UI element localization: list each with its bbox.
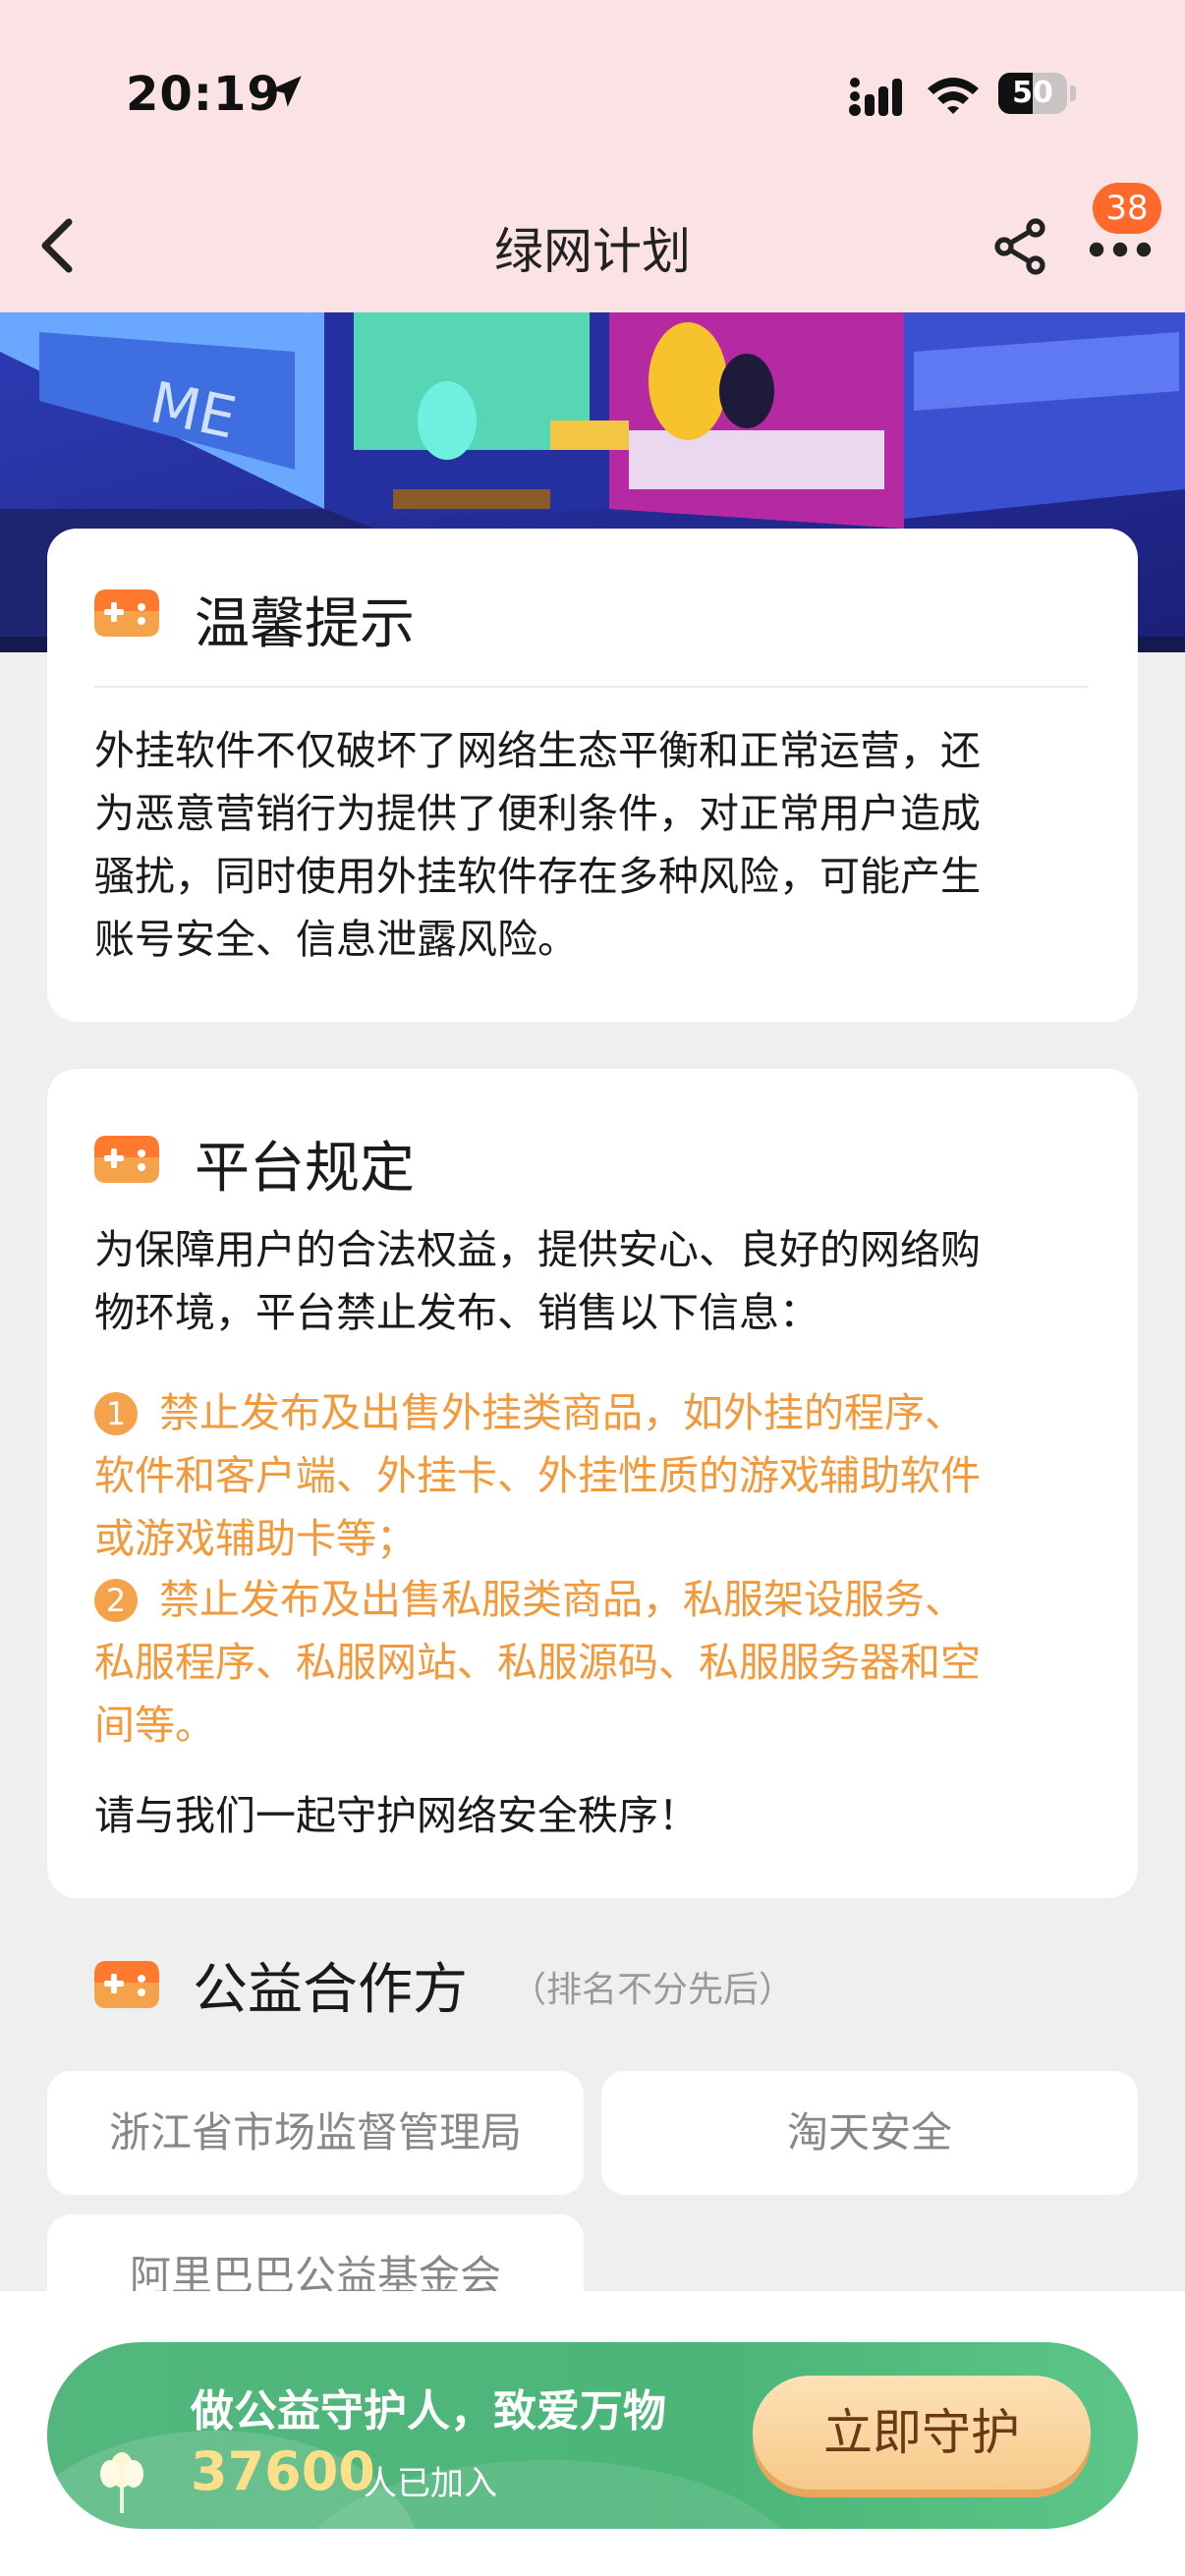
battery-icon: 50 xyxy=(998,73,1077,114)
protect-now-button[interactable]: 立即守护 xyxy=(753,2376,1091,2490)
wifi-icon xyxy=(928,78,979,114)
signal-icon xyxy=(849,78,902,116)
rule-number-badge: 2 xyxy=(94,1579,138,1622)
rules-title: 平台规定 xyxy=(195,1137,415,1201)
rule-line: 私服程序、私服网站、私服源码、私服服务器和空 xyxy=(94,1639,981,1686)
participant-suffix: 人已加入 xyxy=(364,2464,497,2503)
rules-card: 平台规定 为保障用户的合法权益，提供安心、良好的网络购 物环境，平台禁止发布、销… xyxy=(47,1069,1138,1898)
share-icon[interactable] xyxy=(992,218,1047,275)
flower-icon xyxy=(100,2452,143,2513)
status-time: 20:19 xyxy=(126,67,281,122)
tip-line: 账号安全、信息泄露风险。 xyxy=(94,916,578,963)
rules-intro-line: 为保障用户的合法权益，提供安心、良好的网络购 xyxy=(94,1226,981,1273)
rules-intro: 为保障用户的合法权益，提供安心、良好的网络购 物环境，平台禁止发布、销售以下信息… xyxy=(94,1218,1106,1344)
rule-item-2: 2 禁止发布及出售私服类商品，私服架设服务、 私服程序、私服网站、私服源码、私服服… xyxy=(94,1568,1106,1757)
rules-closing: 请与我们一起守护网络安全秩序！ xyxy=(94,1792,699,1839)
partners-note: （排名不分先后） xyxy=(511,1970,795,2010)
rule-line: 禁止发布及出售私服类商品，私服架设服务、 xyxy=(159,1576,965,1623)
gamepad-icon xyxy=(94,589,159,637)
tip-line: 骚扰，同时使用外挂软件存在多种风险，可能产生 xyxy=(94,853,981,900)
more-icon[interactable] xyxy=(1089,234,1152,263)
partners-title: 公益合作方 xyxy=(193,1958,468,2022)
tip-title: 温馨提示 xyxy=(195,592,415,656)
cta-title: 做公益守护人，致爱万物 xyxy=(191,2386,666,2436)
rule-line: 或游戏辅助卡等； xyxy=(94,1515,417,1562)
tip-line: 为恶意营销行为提供了便利条件，对正常用户造成 xyxy=(94,790,981,837)
rules-intro-line: 物环境，平台禁止发布、销售以下信息： xyxy=(94,1289,819,1336)
tip-card: 温馨提示 外挂软件不仅破坏了网络生态平衡和正常运营，还 为恶意营销行为提供了便利… xyxy=(47,529,1138,1022)
partner-chip[interactable]: 淘天安全 xyxy=(601,2071,1138,2195)
notification-badge: 38 xyxy=(1093,183,1161,234)
rule-line: 禁止发布及出售外挂类商品，如外挂的程序、 xyxy=(159,1389,965,1436)
tip-line: 外挂软件不仅破坏了网络生态平衡和正常运营，还 xyxy=(94,727,981,774)
gamepad-icon xyxy=(94,1961,159,2008)
battery-level-text: 50 xyxy=(1012,76,1053,110)
rule-item-1: 1 禁止发布及出售外挂类商品，如外挂的程序、 软件和客户端、外挂卡、外挂性质的游戏… xyxy=(94,1381,1106,1570)
participant-count: 37600 xyxy=(191,2440,375,2502)
partner-chip[interactable]: 浙江省市场监督管理局 xyxy=(47,2071,584,2195)
tip-text: 外挂软件不仅破坏了网络生态平衡和正常运营，还 为恶意营销行为提供了便利条件，对正… xyxy=(94,719,1106,971)
cta-banner: 做公益守护人，致爱万物 37600 人已加入 立即守护 xyxy=(47,2342,1138,2529)
location-arrow-icon xyxy=(270,76,302,107)
tip-divider xyxy=(94,686,1089,688)
rule-line: 软件和客户端、外挂卡、外挂性质的游戏辅助软件 xyxy=(94,1452,981,1499)
status-bar: 20:19 50 xyxy=(0,0,1185,187)
gamepad-icon xyxy=(94,1136,159,1183)
rule-line: 间等。 xyxy=(94,1702,215,1749)
rule-number-badge: 1 xyxy=(94,1392,138,1435)
